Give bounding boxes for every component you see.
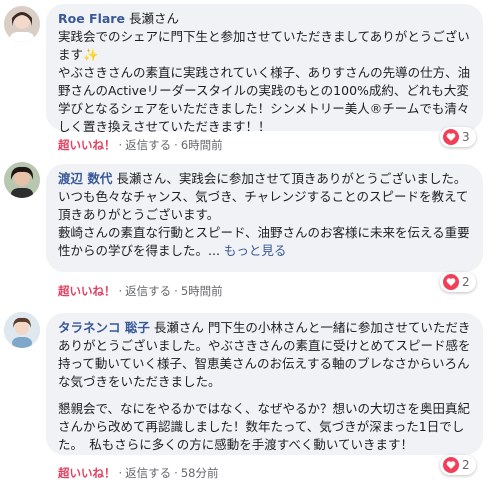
comment-author[interactable]: 渡辺 数代	[58, 171, 112, 186]
comment-greeting: 長瀬さん、実践会に参加させて頂きありがとうございました。	[116, 171, 467, 186]
comment-actions: 超いいね！ · 返信する · 58分前	[58, 466, 219, 480]
comment-bubble: Roe Flare 長瀬さん 実践会でのシェアに門下生と参加させていただきまして…	[46, 4, 483, 134]
reaction-badge[interactable]: 2	[440, 455, 476, 475]
see-more-link[interactable]: もっと見る	[224, 243, 287, 258]
user-avatar[interactable]	[4, 162, 40, 198]
comment-author[interactable]: タラネンコ 聡子	[58, 320, 150, 335]
comment-actions: 超いいね！ · 返信する · 6時間前	[58, 138, 223, 152]
super-like-button[interactable]: 超いいね！	[58, 466, 116, 480]
super-like-button[interactable]: 超いいね！	[58, 284, 116, 298]
reply-button[interactable]: 返信する	[125, 138, 171, 152]
comment-text: 実践会でのシェアに門下生と参加させていただきましてありがとうございます✨ やぶさ…	[58, 29, 471, 134]
comment-text: 懇親会で、なにをやるかではなく、なぜやるか？想いの大切さを奥田真紀さんから改めて…	[58, 401, 471, 452]
reaction-badge[interactable]: 3	[440, 127, 476, 147]
user-avatar[interactable]	[4, 312, 40, 348]
comment-bubble: タラネンコ 聡子 長瀬さん 門下生の小林さんと一緒に参加させていただきありがとう…	[46, 313, 483, 455]
comment-bubble: 渡辺 数代 長瀬さん、実践会に参加させて頂きありがとうございました。 いつも色々…	[46, 164, 483, 272]
reply-button[interactable]: 返信する	[125, 466, 171, 480]
comment-author[interactable]: Roe Flare	[58, 11, 125, 26]
reaction-badge[interactable]: 2	[440, 272, 476, 292]
comment-time[interactable]: 5時間前	[181, 284, 223, 298]
comment-time[interactable]: 58分前	[181, 466, 219, 480]
user-avatar-icon	[4, 162, 40, 198]
user-avatar-icon	[4, 312, 40, 348]
user-avatar-icon	[4, 6, 40, 42]
reply-button[interactable]: 返信する	[125, 284, 171, 298]
heart-icon	[443, 129, 459, 145]
user-avatar[interactable]	[4, 6, 40, 42]
reaction-count: 2	[462, 275, 470, 289]
super-like-button[interactable]: 超いいね！	[58, 138, 116, 152]
comment-time[interactable]: 6時間前	[181, 138, 223, 152]
heart-icon	[443, 457, 459, 473]
reaction-count: 2	[462, 458, 470, 472]
comment-greeting: 長瀬さん	[128, 11, 179, 26]
heart-icon	[443, 274, 459, 290]
reaction-count: 3	[462, 130, 470, 144]
comment-actions: 超いいね！ · 返信する · 5時間前	[58, 284, 223, 298]
